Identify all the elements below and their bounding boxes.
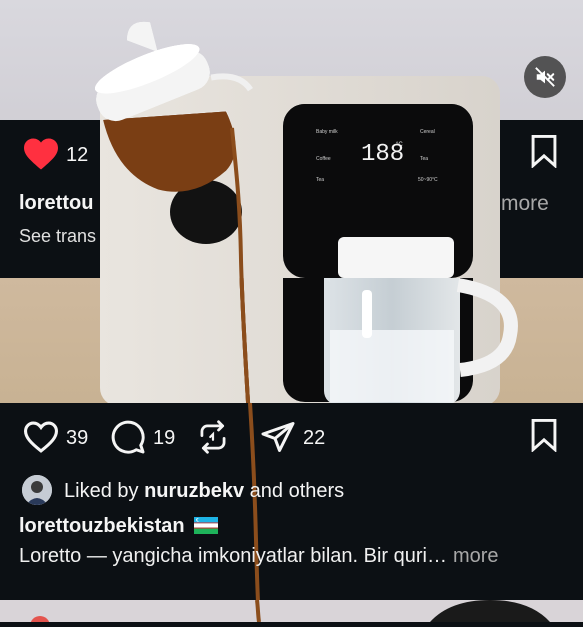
flag-uzbekistan [194,517,219,540]
svg-text:Baby milk: Baby milk [316,129,338,135]
svg-text:Tea: Tea [420,156,428,162]
caption-ellipsis: … [426,545,447,567]
svg-text:°C: °C [396,142,403,148]
svg-text:Cereal: Cereal [420,129,435,135]
liked-by-username[interactable]: nuruzbekv [144,480,244,502]
post-username[interactable]: lorettouzbekistan [19,515,185,537]
send-icon[interactable] [260,419,296,455]
bookmark-icon[interactable] [529,418,559,452]
share-count[interactable]: 22 [303,427,325,450]
next-post-preview[interactable] [0,599,583,627]
comment-count[interactable]: 19 [153,427,175,450]
post-username-row: lorettouzbekistan [19,515,219,540]
liked-by-text: Liked by nuruzbekv and others [64,480,344,503]
svg-text:Tea: Tea [316,177,324,183]
comment-icon[interactable] [110,419,146,455]
caption-text: Loretto — yangicha imkoniyatlar bilan. B… [19,545,427,567]
avatar[interactable] [22,475,52,505]
svg-text:Coffee: Coffee [316,156,331,162]
liked-by-prefix: Liked by [64,480,145,502]
like-count[interactable]: 39 [66,427,88,450]
speaker-muted-icon [534,66,556,88]
repost-icon[interactable] [196,419,230,455]
liked-by-suffix: and others [244,480,345,502]
mute-toggle-button[interactable] [524,56,566,98]
svg-text:50~90°C: 50~90°C [418,177,438,183]
heart-icon[interactable] [22,420,60,454]
caption-more-link[interactable]: more [453,545,499,567]
post-caption: Loretto — yangicha imkoniyatlar bilan. B… [19,545,499,568]
